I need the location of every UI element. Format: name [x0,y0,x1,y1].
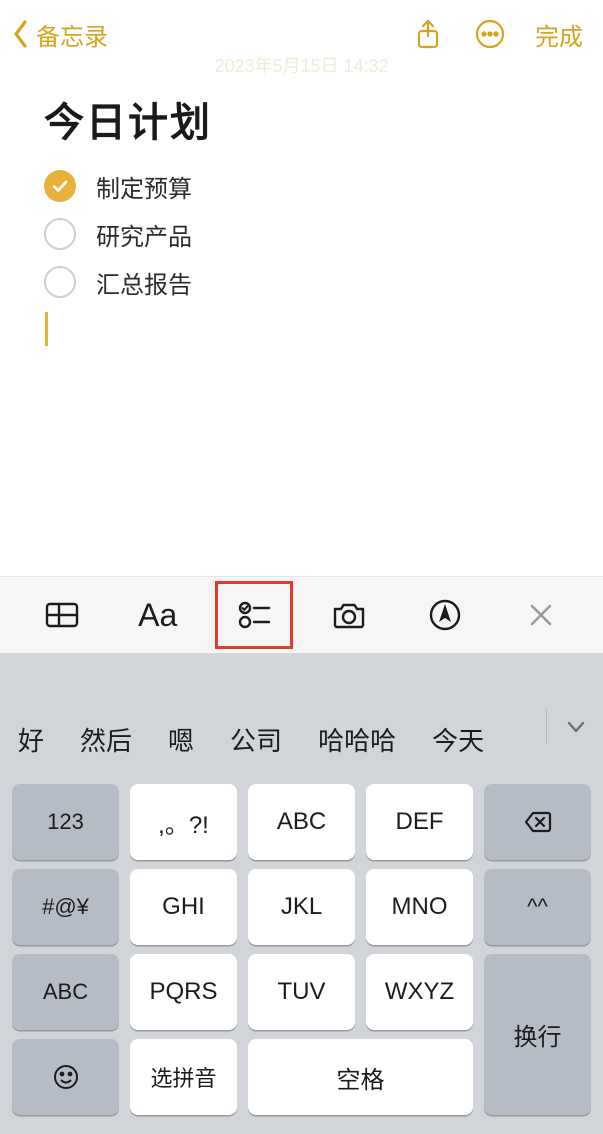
share-icon[interactable] [411,17,445,51]
checklist-row[interactable]: 研究产品 [44,210,565,258]
checklist-text[interactable]: 研究产品 [96,217,192,252]
key-abc[interactable]: ABC [248,784,355,860]
more-icon[interactable] [473,17,507,51]
table-button[interactable] [32,590,92,640]
key-space[interactable]: 空格 [248,1039,473,1115]
camera-button[interactable] [319,590,379,640]
markup-button[interactable] [415,590,475,640]
key-wxyz[interactable]: WXYZ [366,954,473,1030]
key-abc-mode[interactable]: ABC [12,954,119,1030]
candidate-word[interactable]: 嗯 [150,721,212,758]
key-select-pinyin[interactable]: 选拼音 [130,1039,237,1115]
checklist-button[interactable] [224,590,284,640]
candidate-word[interactable]: 哈哈哈 [300,721,414,758]
done-button[interactable]: 完成 [535,17,583,52]
key-jkl[interactable]: JKL [248,869,355,945]
key-backspace[interactable] [484,784,591,860]
expand-candidates-button[interactable] [559,710,593,744]
close-keyboard-button[interactable] [511,590,571,640]
key-tuv[interactable]: TUV [248,954,355,1030]
checkbox-empty-icon[interactable] [44,218,76,250]
keyboard: 好 然后 嗯 公司 哈哈哈 今天 123 ,。?! ABC DEF #@¥ GH… [0,654,603,1134]
candidate-bar: 好 然后 嗯 公司 哈哈哈 今天 [0,654,603,784]
candidate-word[interactable]: 公司 [212,721,300,758]
key-emoji[interactable] [12,1039,119,1115]
checklist-row[interactable]: 制定预算 [44,162,565,210]
key-ghi[interactable]: GHI [130,869,237,945]
key-symbols[interactable]: #@¥ [12,869,119,945]
key-def[interactable]: DEF [366,784,473,860]
chevron-left-icon [6,12,36,56]
candidate-separator [546,710,547,744]
format-toolbar: Aa [0,576,603,654]
key-punct[interactable]: ,。?! [130,784,237,860]
checkbox-empty-icon[interactable] [44,266,76,298]
candidate-word[interactable]: 好 [0,721,62,758]
note-title[interactable]: 今日计划 [44,90,565,148]
text-cursor [45,312,48,346]
nav-actions: 完成 [411,17,583,52]
checkbox-checked-icon[interactable] [44,170,76,202]
key-mno[interactable]: MNO [366,869,473,945]
note-timestamp: 2023年5月15日 14:32 [0,52,603,78]
candidate-word[interactable]: 今天 [414,721,502,758]
candidate-word[interactable]: 然后 [62,721,150,758]
checklist-text[interactable]: 制定预算 [96,169,192,204]
key-face[interactable]: ^^ [484,869,591,945]
note-body[interactable]: 今日计划 制定预算 研究产品 汇总报告 [0,68,603,346]
key-return[interactable]: 换行 [484,954,591,1115]
back-label: 备忘录 [36,17,108,52]
key-123[interactable]: 123 [12,784,119,860]
back-button[interactable]: 备忘录 [6,12,108,56]
key-grid: 123 ,。?! ABC DEF #@¥ GHI JKL MNO ^^ ABC … [0,784,603,1125]
checklist-row[interactable]: 汇总报告 [44,258,565,306]
checklist-text[interactable]: 汇总报告 [96,265,192,300]
key-pqrs[interactable]: PQRS [130,954,237,1030]
text-format-button[interactable]: Aa [128,590,188,640]
